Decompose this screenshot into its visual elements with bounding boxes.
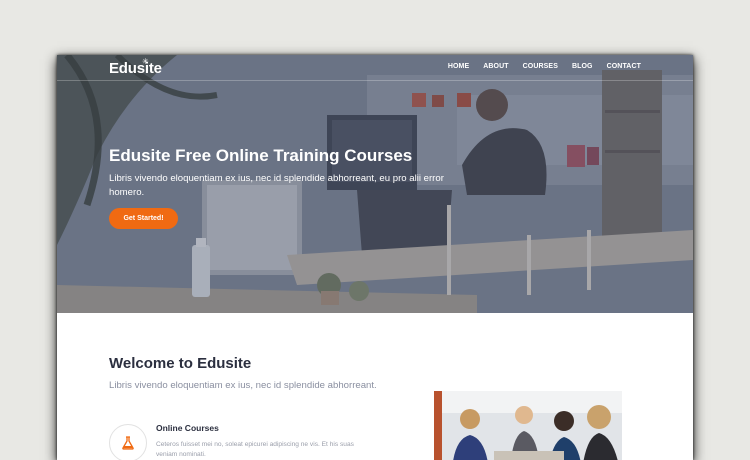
flask-icon bbox=[122, 436, 134, 450]
brand-logo[interactable]: Edusite ✳ bbox=[109, 57, 162, 77]
hero-title: Edusite Free Online Training Courses bbox=[109, 146, 413, 165]
nav-item-courses[interactable]: COURSES bbox=[523, 63, 558, 70]
course-title: Online Courses bbox=[156, 423, 219, 433]
nav-divider bbox=[57, 80, 693, 81]
main-nav: HOME ABOUT COURSES BLOG CONTACT bbox=[448, 63, 641, 70]
nav-item-blog[interactable]: BLOG bbox=[572, 63, 593, 70]
get-started-button[interactable]: Get Started! bbox=[109, 208, 178, 229]
brand-name: Edusite bbox=[109, 60, 162, 77]
course-icon-circle bbox=[109, 424, 147, 460]
course-description: Ceteros fuisset mei no, soleat epicurei … bbox=[156, 441, 354, 458]
students-photo bbox=[434, 391, 622, 460]
hero-subtitle: Libris vivendo eloquentiam ex ius, nec i… bbox=[109, 173, 444, 198]
browser-window: Edusite ✳ HOME ABOUT COURSES BLOG CONTAC… bbox=[57, 55, 693, 460]
nav-item-home[interactable]: HOME bbox=[448, 63, 469, 70]
hero-section: Edusite ✳ HOME ABOUT COURSES BLOG CONTAC… bbox=[57, 55, 693, 313]
nav-item-about[interactable]: ABOUT bbox=[483, 63, 508, 70]
logo-spark-icon: ✳ bbox=[142, 57, 149, 66]
students-photo-image bbox=[434, 391, 622, 460]
welcome-title: Welcome to Edusite bbox=[109, 355, 252, 372]
nav-item-contact[interactable]: CONTACT bbox=[607, 63, 641, 70]
welcome-subtitle: Libris vivendo eloquentiam ex ius, nec i… bbox=[109, 380, 377, 391]
